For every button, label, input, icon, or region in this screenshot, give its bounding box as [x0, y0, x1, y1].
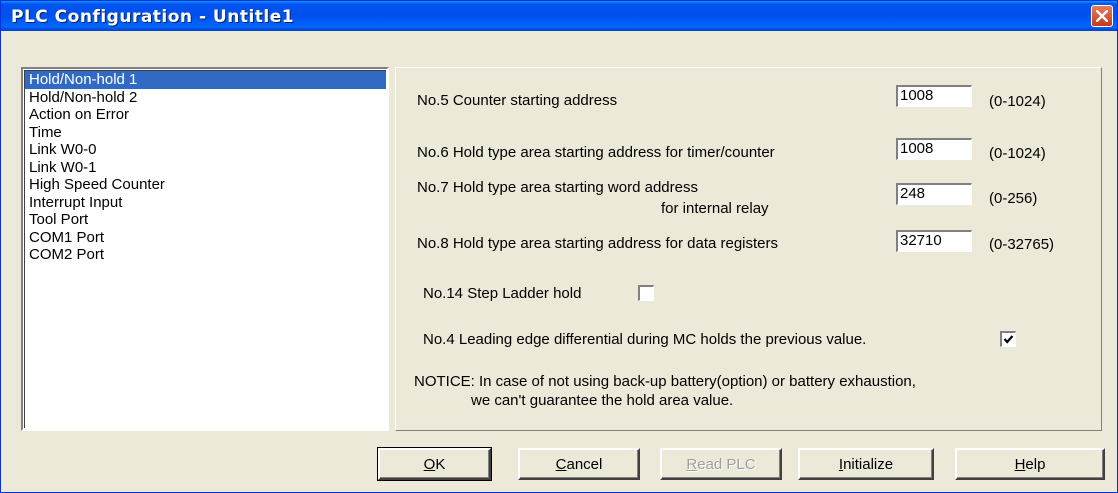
notice-line2: we can't guarantee the hold area value. — [471, 392, 734, 409]
no14-step-ladder-hold-checkbox[interactable] — [638, 285, 654, 301]
help-button[interactable]: Help — [955, 448, 1105, 480]
read-plc-label-rest: ead PLC — [697, 455, 756, 473]
cancel-label-rest: ancel — [566, 455, 603, 473]
category-item[interactable]: Interrupt Input — [25, 194, 386, 212]
category-item[interactable]: Time — [25, 124, 386, 142]
cancel-button[interactable]: Cancel — [518, 448, 640, 480]
category-item[interactable]: Link W0-1 — [25, 159, 386, 177]
cancel-mnemonic: C — [555, 455, 567, 473]
category-item[interactable]: COM2 Port — [25, 246, 386, 264]
checkmark-icon — [1003, 335, 1014, 344]
help-label-rest: elp — [1025, 455, 1046, 473]
category-list-inner: Hold/Non-hold 1 Hold/Non-hold 2 Action on … — [24, 70, 386, 428]
no8-range: (0-32765) — [989, 236, 1055, 253]
no8-data-register-hold-input[interactable]: 32710 — [896, 230, 972, 252]
close-button[interactable] — [1091, 5, 1113, 27]
no4-leading-edge-checkbox[interactable] — [1000, 331, 1016, 347]
category-item[interactable]: COM1 Port — [25, 229, 386, 247]
no6-range: (0-1024) — [989, 145, 1046, 162]
no6-label: No.6 Hold type area starting address for… — [417, 144, 775, 161]
category-item[interactable]: Action on Error — [25, 106, 386, 124]
category-item[interactable]: Hold/Non-hold 1 — [25, 71, 386, 89]
window-title: PLC Configuration - Untitle1 — [11, 7, 295, 27]
no5-counter-start-input[interactable]: 1008 — [896, 85, 972, 107]
no7-internal-relay-hold-input[interactable]: 248 — [896, 183, 972, 205]
no4-label: No.4 Leading edge differential during MC… — [423, 331, 867, 348]
read-plc-mnemonic: R — [686, 455, 698, 473]
no8-label: No.8 Hold type area starting address for… — [417, 235, 779, 252]
category-item[interactable]: Tool Port — [25, 211, 386, 229]
no7-label-line1: No.7 Hold type area starting word addres… — [417, 179, 698, 196]
notice-line1: NOTICE: In case of not using back-up bat… — [414, 373, 916, 390]
no5-range: (0-1024) — [989, 93, 1046, 110]
category-item[interactable]: Hold/Non-hold 2 — [25, 89, 386, 107]
no6-timer-counter-hold-input[interactable]: 1008 — [896, 138, 972, 160]
ok-label-rest: K — [435, 455, 446, 473]
no14-label: No.14 Step Ladder hold — [423, 285, 582, 302]
close-icon — [1096, 10, 1108, 22]
no5-label: No.5 Counter starting address — [417, 92, 618, 109]
no7-label-line2: for internal relay — [661, 200, 769, 217]
initialize-button[interactable]: Initialize — [798, 448, 934, 480]
title-bar[interactable]: PLC Configuration - Untitle1 — [1, 1, 1117, 31]
initialize-label-rest: nitialize — [843, 455, 894, 473]
category-item[interactable]: Link W0-0 — [25, 141, 386, 159]
read-plc-button[interactable]: Read PLC — [660, 448, 782, 480]
help-mnemonic: H — [1014, 455, 1026, 473]
ok-button[interactable]: OK — [377, 447, 492, 481]
ok-mnemonic: O — [423, 455, 436, 473]
category-list[interactable]: Hold/Non-hold 1 Hold/Non-hold 2 Action on … — [21, 67, 389, 431]
category-item[interactable]: High Speed Counter — [25, 176, 386, 194]
no7-range: (0-256) — [989, 190, 1038, 207]
plc-configuration-dialog: PLC Configuration - Untitle1 Hold/Non-ho… — [0, 0, 1118, 493]
